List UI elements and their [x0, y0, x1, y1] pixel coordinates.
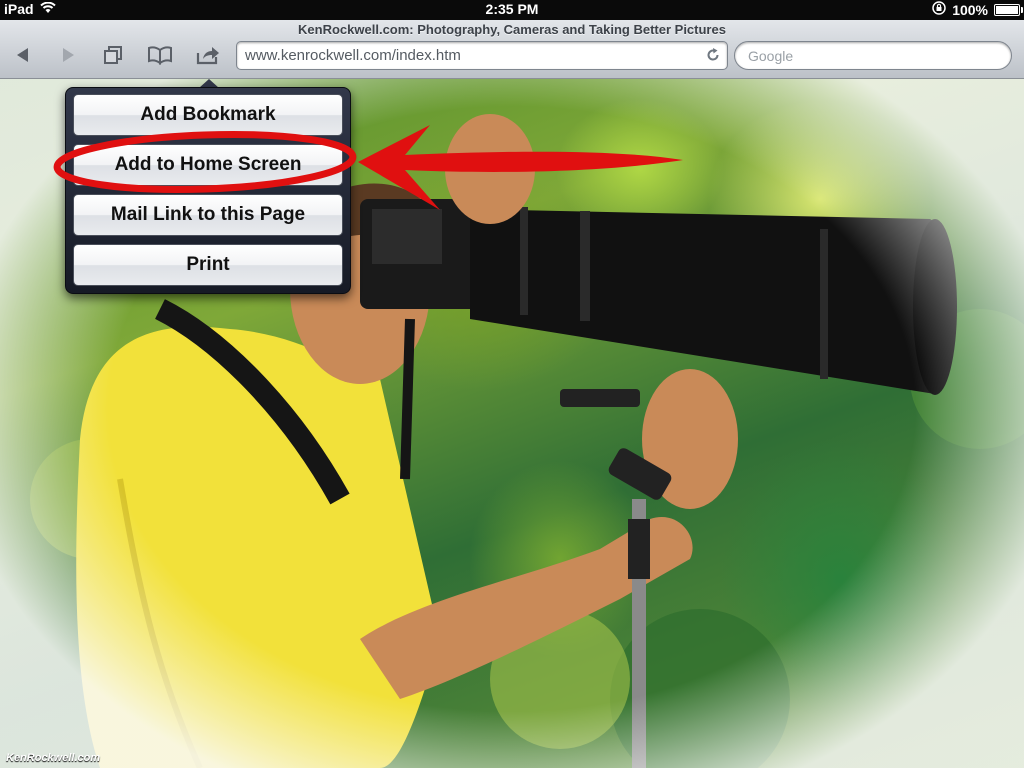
- url-text: www.kenrockwell.com/index.htm: [245, 47, 461, 64]
- share-popover: Add Bookmark Add to Home Screen Mail Lin…: [65, 87, 351, 294]
- back-button[interactable]: [8, 44, 38, 70]
- status-right: 100%: [932, 1, 1023, 18]
- bookmarks-button[interactable]: [145, 44, 175, 70]
- bookmarks-icon: [147, 45, 173, 70]
- reload-icon[interactable]: [705, 47, 721, 68]
- share-icon: [195, 44, 221, 71]
- status-bar: iPad 2:35 PM 100%: [0, 0, 1024, 20]
- search-field[interactable]: Google: [734, 41, 1012, 70]
- print-button[interactable]: Print: [73, 244, 343, 286]
- search-placeholder: Google: [748, 48, 794, 64]
- add-to-home-screen-button[interactable]: Add to Home Screen: [73, 144, 343, 186]
- battery-icon: [994, 3, 1023, 16]
- back-icon: [13, 45, 33, 70]
- lock-rotation-icon: [932, 1, 946, 18]
- browser-toolbar: KenRockwell.com: Photography, Cameras an…: [0, 20, 1024, 79]
- forward-icon: [58, 45, 78, 70]
- watermark: KenRockwell.com: [6, 752, 101, 764]
- page-title: KenRockwell.com: Photography, Cameras an…: [298, 22, 726, 37]
- share-button[interactable]: [193, 44, 223, 70]
- battery-percent: 100%: [952, 1, 988, 18]
- status-time: 2:35 PM: [485, 1, 539, 17]
- url-field[interactable]: www.kenrockwell.com/index.htm: [236, 41, 728, 70]
- pages-button[interactable]: [98, 44, 128, 70]
- pages-icon: [102, 45, 124, 70]
- battery-fill: [996, 5, 1018, 14]
- add-bookmark-button[interactable]: Add Bookmark: [73, 94, 343, 136]
- forward-button[interactable]: [53, 44, 83, 70]
- mail-link-button[interactable]: Mail Link to this Page: [73, 194, 343, 236]
